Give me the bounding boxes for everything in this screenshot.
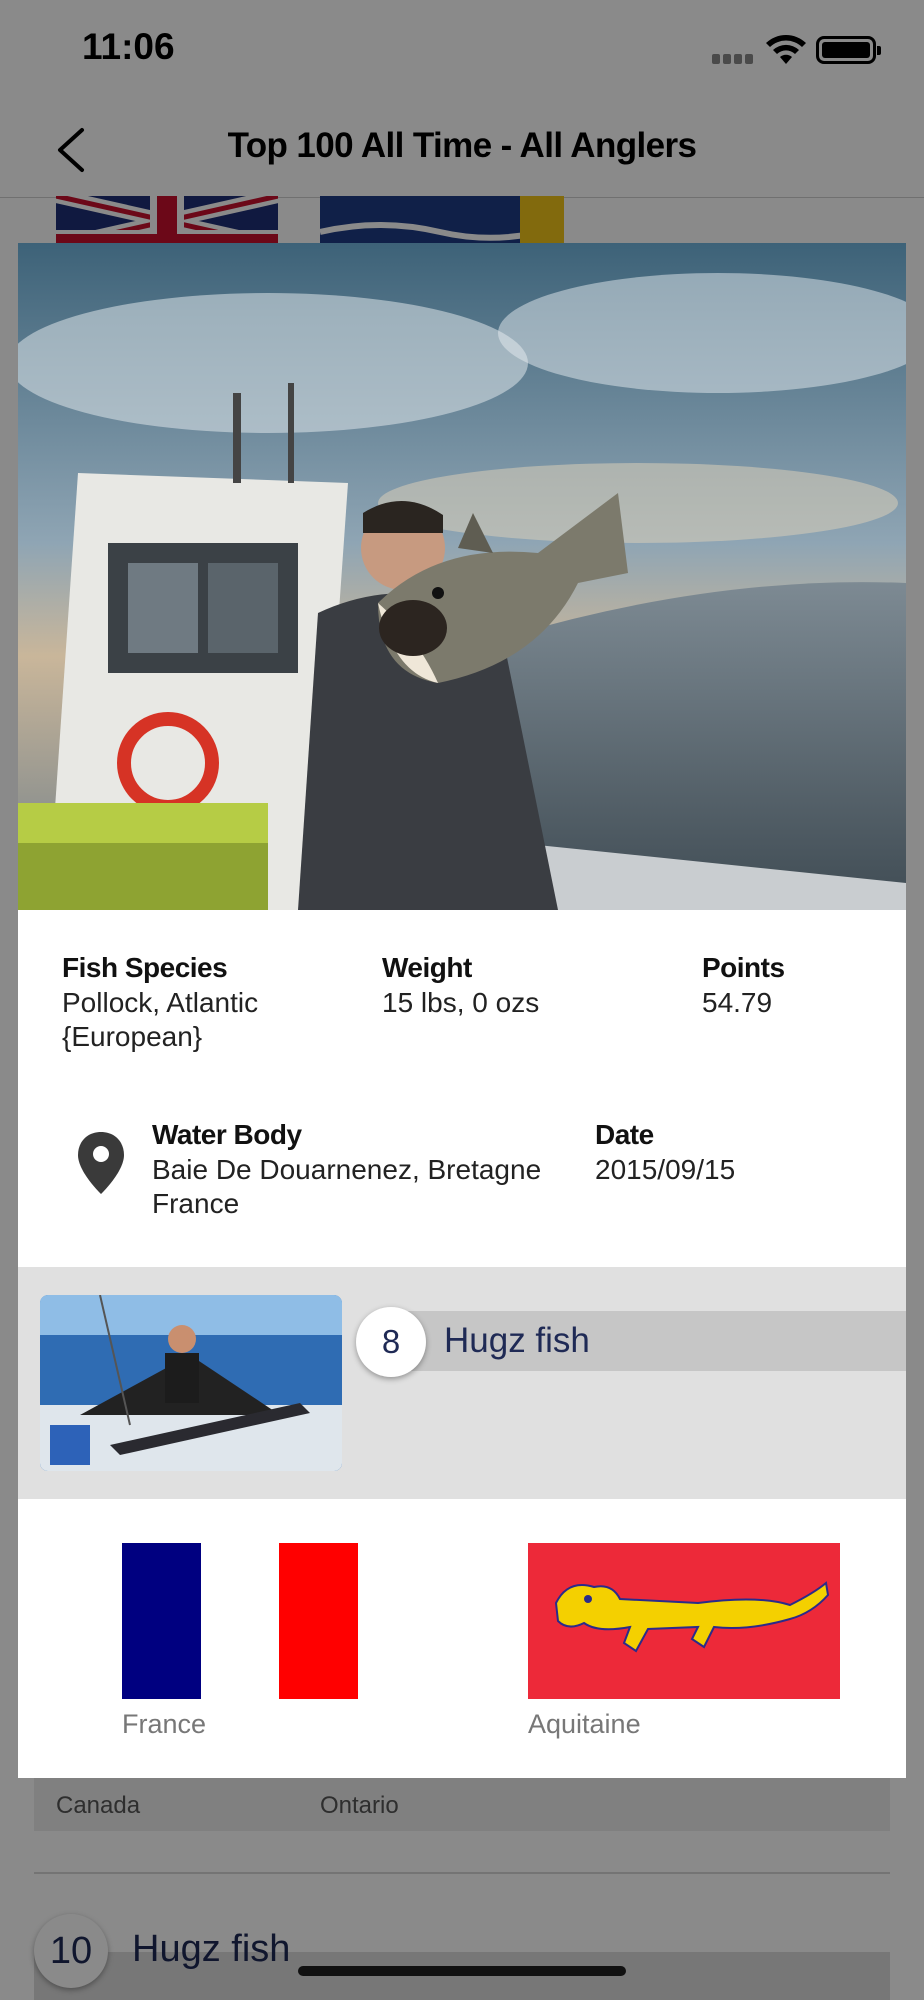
map-pin-icon xyxy=(78,1132,124,1194)
points-label: Points xyxy=(702,952,785,983)
points-value: 54.79 xyxy=(702,987,773,1018)
date-label: Date xyxy=(595,1119,654,1150)
water-body-country: France xyxy=(152,1188,240,1219)
angler-row[interactable]: 8 Hugz fish xyxy=(18,1267,906,1499)
weight-label: Weight xyxy=(382,952,472,983)
angler-photo xyxy=(40,1295,342,1471)
country-label: France xyxy=(122,1709,207,1739)
water-body-label: Water Body xyxy=(152,1119,302,1150)
water-body-value: Baie De Douarnenez, Bretagne xyxy=(152,1154,542,1185)
date-value: 2015/09/15 xyxy=(595,1154,736,1185)
fish-species-value: Pollock, Atlantic {European} xyxy=(62,987,259,1052)
catch-detail-card: Fish Species Pollock, Atlantic {European… xyxy=(18,243,906,1778)
fish-species-label: Fish Species xyxy=(62,952,228,983)
weight-value: 15 lbs, 0 ozs xyxy=(382,987,540,1018)
catch-photo xyxy=(18,243,906,910)
region-label: Aquitaine xyxy=(528,1709,641,1739)
home-indicator[interactable] xyxy=(298,1966,626,1976)
france-flag-image xyxy=(122,1543,359,1699)
rank-badge: 8 xyxy=(356,1307,426,1377)
flags-section: France Aquitaine xyxy=(18,1499,906,1778)
angler-name[interactable]: Hugz fish xyxy=(444,1321,590,1361)
aquitaine-flag-image xyxy=(528,1543,840,1699)
